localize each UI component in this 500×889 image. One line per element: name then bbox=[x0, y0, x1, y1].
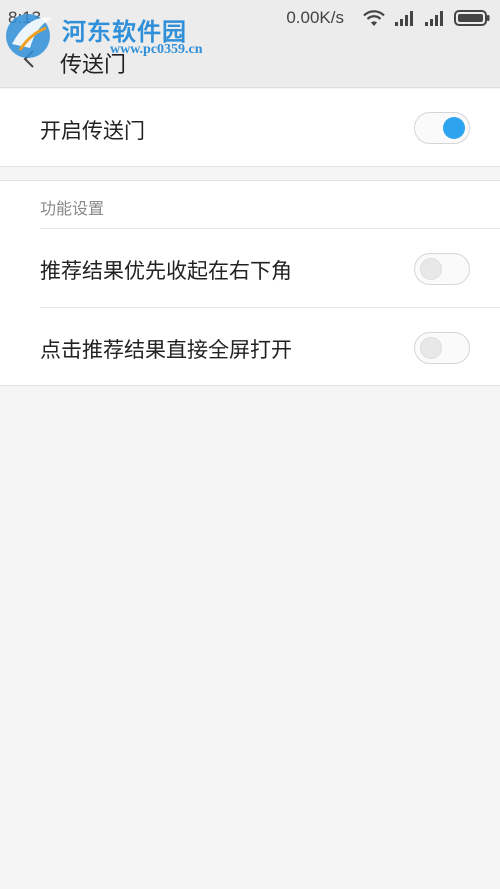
wifi-icon bbox=[362, 9, 386, 27]
setting-label: 点击推荐结果直接全屏打开 bbox=[40, 338, 292, 362]
fullscreen-open-toggle[interactable] bbox=[414, 332, 470, 364]
enable-portal-toggle[interactable] bbox=[414, 112, 470, 144]
network-speed: 0.00K/s bbox=[286, 8, 344, 27]
setting-row-fullscreen[interactable]: 点击推荐结果直接全屏打开 bbox=[0, 308, 500, 386]
setting-row-collapse[interactable]: 推荐结果优先收起在右下角 bbox=[0, 229, 500, 307]
function-settings-card: 功能设置 推荐结果优先收起在右下角 点击推荐结果直接全屏打开 bbox=[0, 180, 500, 386]
section-title: 功能设置 bbox=[40, 199, 105, 218]
chevron-left-icon bbox=[22, 49, 36, 73]
toggle-knob bbox=[420, 337, 442, 359]
setting-row-enable[interactable]: 开启传送门 bbox=[0, 89, 500, 167]
signal-icon bbox=[394, 10, 416, 26]
page-title: 传送门 bbox=[60, 53, 127, 78]
status-time: 8:13 bbox=[8, 8, 42, 27]
header: 传送门 bbox=[0, 36, 500, 88]
settings-screen: 8:13 0.00K/s 传送门 河东软件园 www.pc0359.cn 开启传… bbox=[0, 0, 500, 889]
status-right: 0.00K/s bbox=[286, 6, 490, 30]
main-setting-card: 开启传送门 bbox=[0, 89, 500, 167]
signal-icon bbox=[424, 10, 446, 26]
collapse-bottom-right-toggle[interactable] bbox=[414, 253, 470, 285]
status-bar: 8:13 0.00K/s bbox=[0, 0, 500, 36]
setting-label: 开启传送门 bbox=[40, 119, 145, 143]
back-button[interactable] bbox=[14, 46, 44, 76]
setting-label: 推荐结果优先收起在右下角 bbox=[40, 259, 292, 283]
toggle-knob bbox=[443, 117, 465, 139]
toggle-knob bbox=[420, 258, 442, 280]
battery-icon bbox=[454, 9, 490, 27]
